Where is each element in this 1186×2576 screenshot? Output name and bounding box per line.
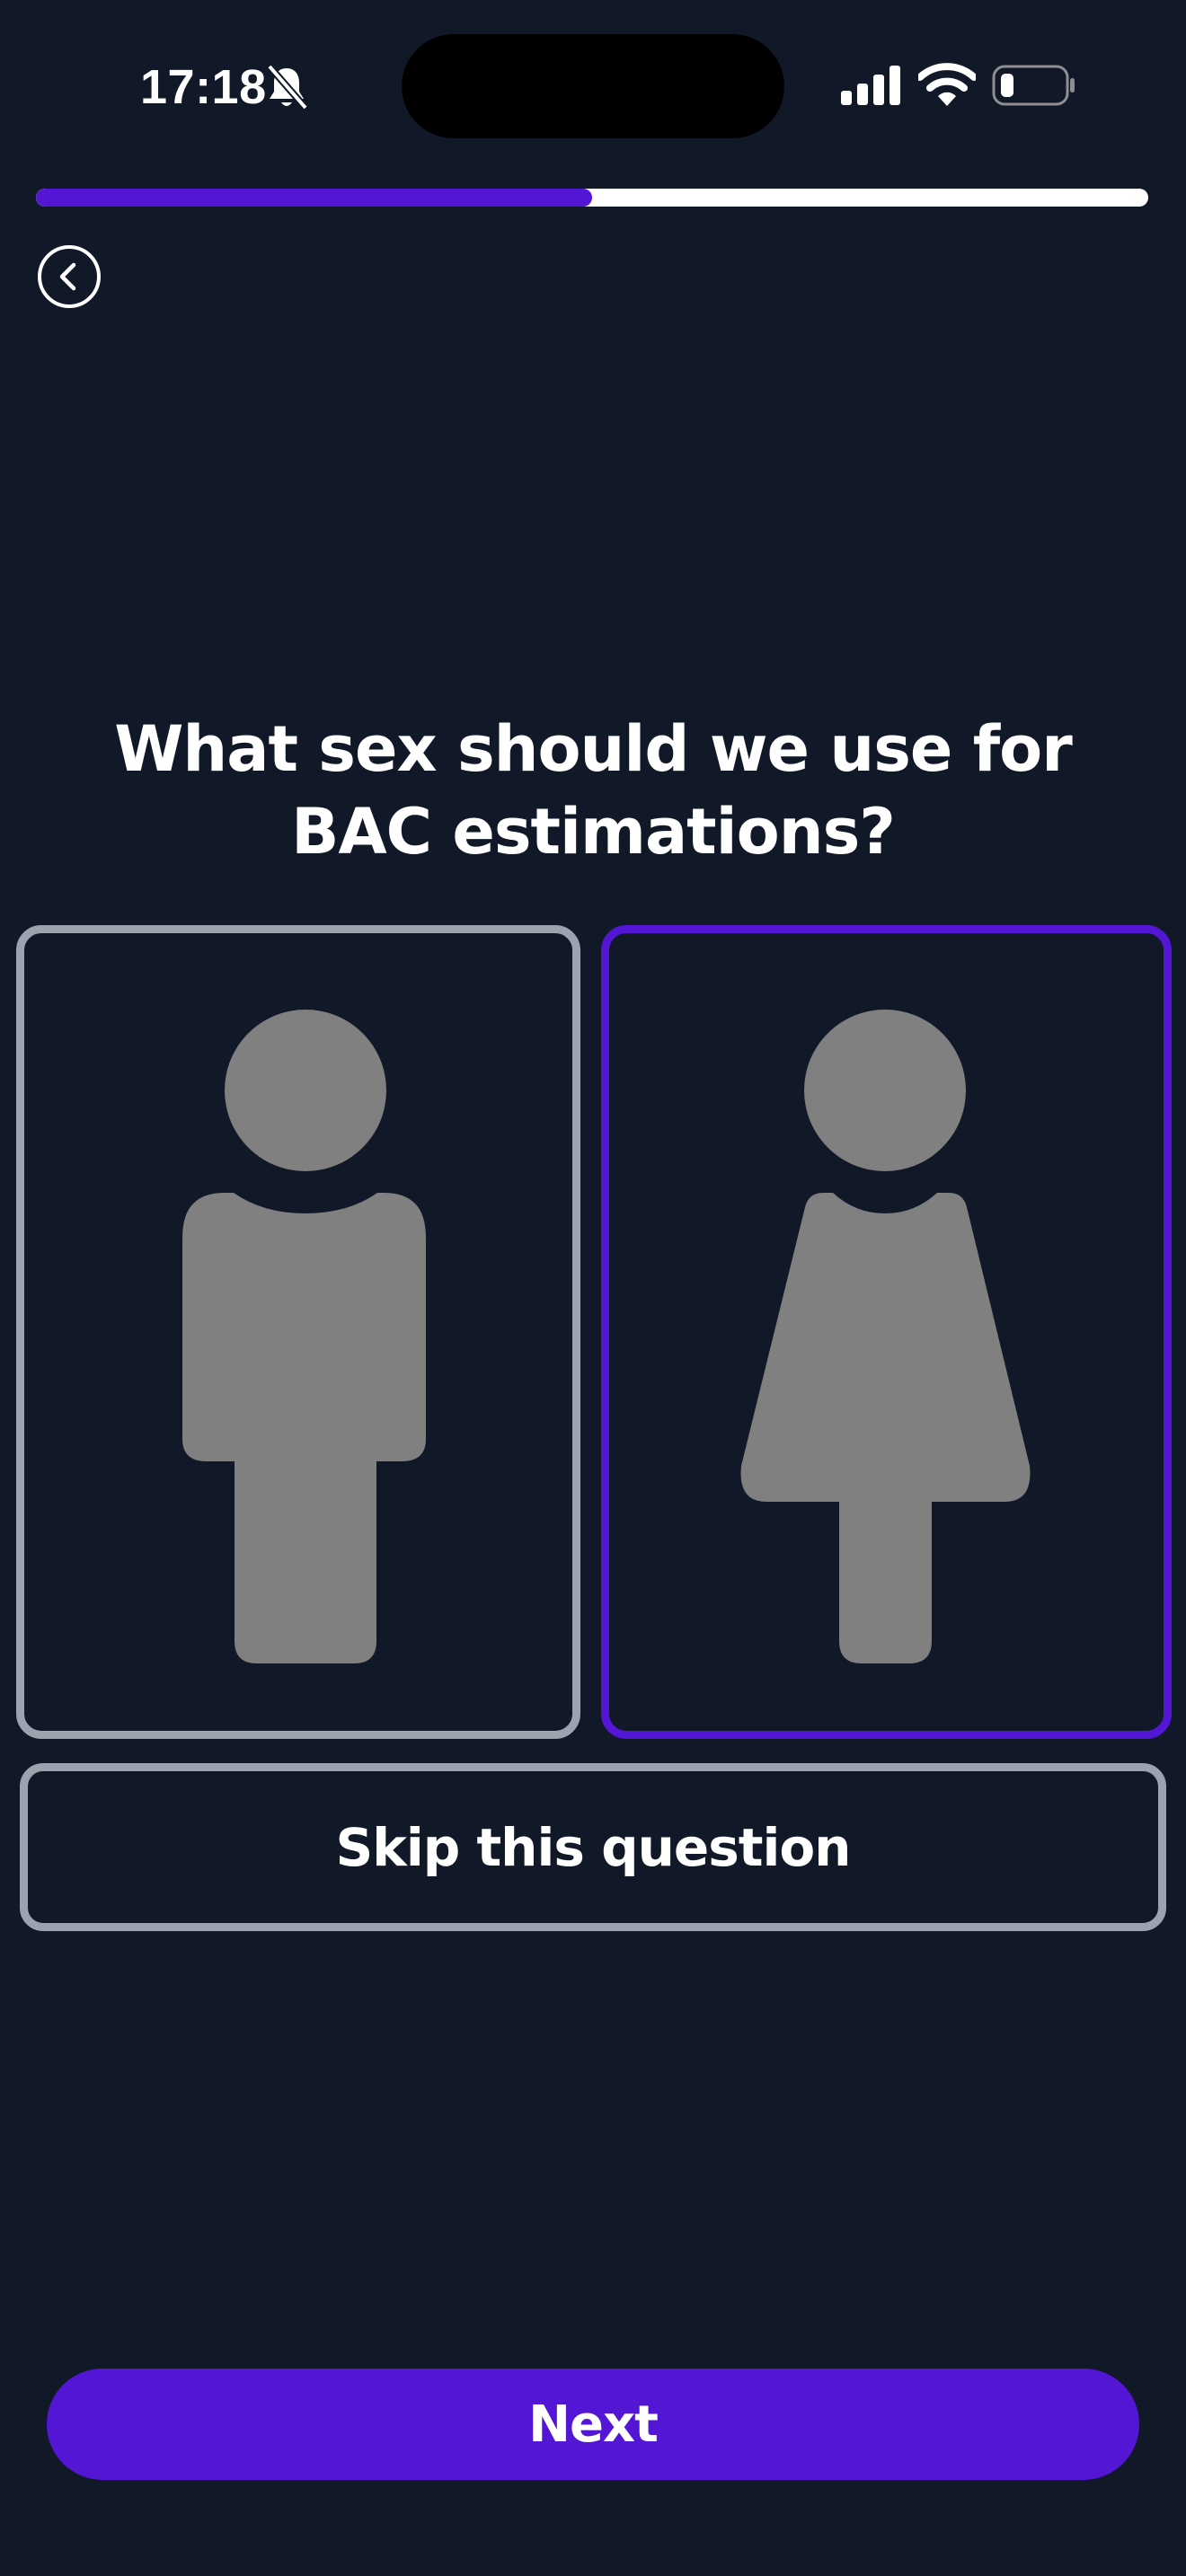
wifi-icon [918, 63, 976, 106]
status-time: 17:18 [140, 60, 267, 114]
next-button[interactable]: Next [47, 2369, 1139, 2480]
skip-label: Skip this question [335, 1816, 852, 1878]
back-button[interactable] [36, 243, 102, 310]
question-title: What sex should we use for BAC estimatio… [114, 712, 1073, 869]
progress-fill [36, 189, 592, 207]
male-figure-icon [182, 1010, 426, 1663]
skip-button[interactable]: Skip this question [20, 1763, 1166, 1931]
battery-low-icon [992, 65, 1075, 106]
option-female-card[interactable] [601, 925, 1172, 1739]
option-male-card[interactable] [16, 925, 580, 1739]
progress-bar [36, 189, 1148, 207]
dynamic-island [402, 34, 784, 138]
female-figure-icon [740, 1010, 1031, 1663]
next-label: Next [528, 2395, 659, 2454]
bell-slash-icon [266, 64, 309, 110]
signal-icon [841, 66, 900, 105]
